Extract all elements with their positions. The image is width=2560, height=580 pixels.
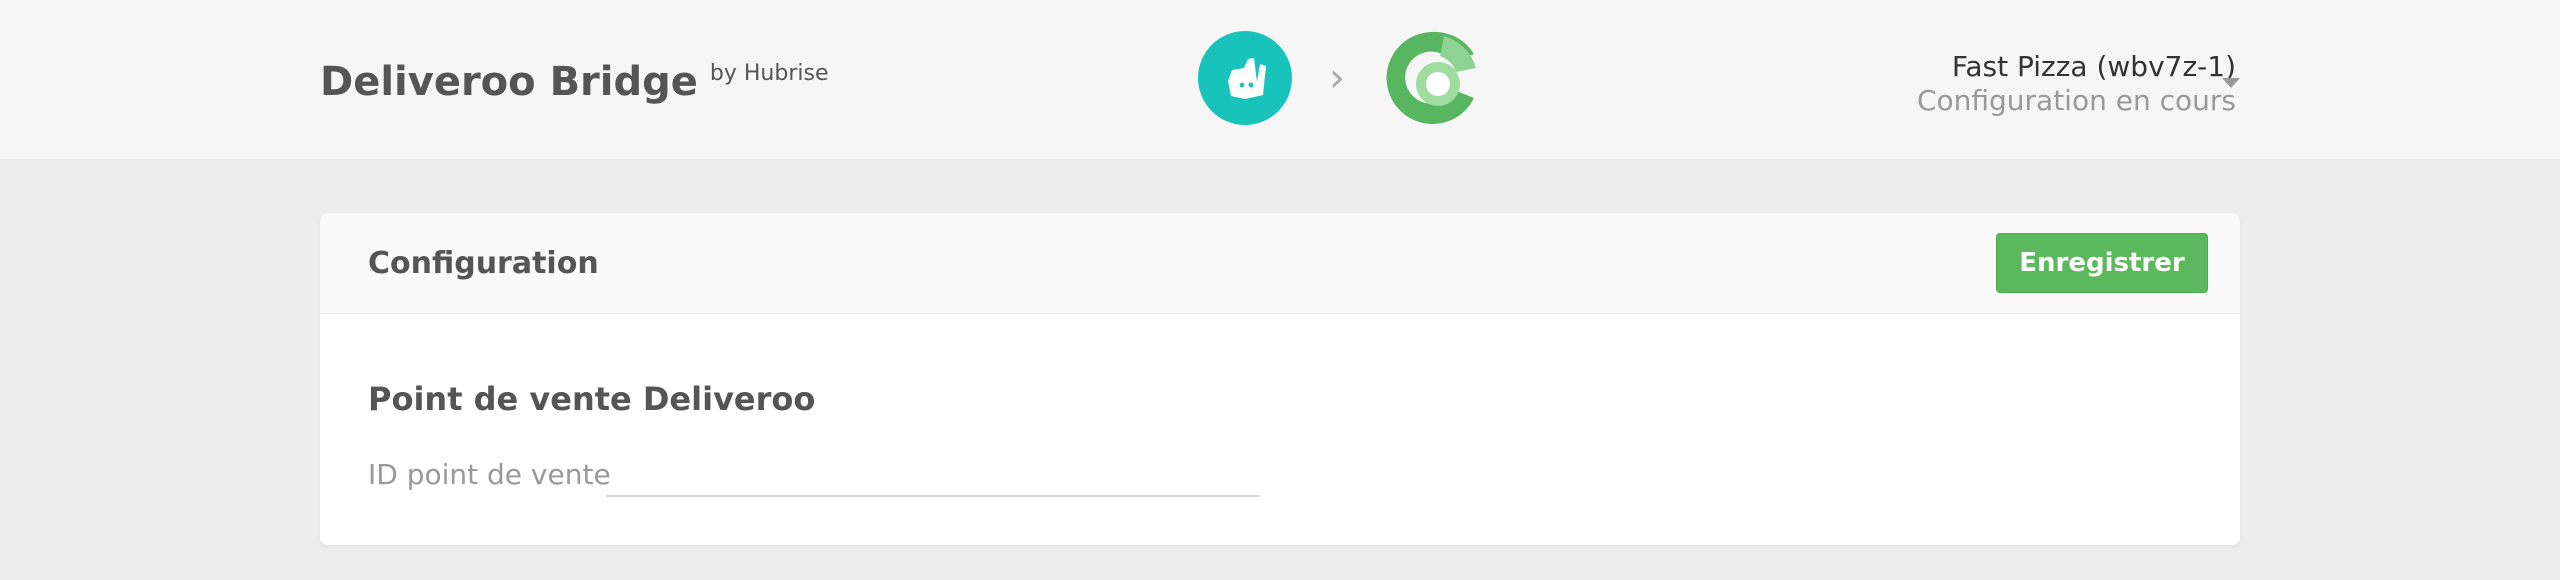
account-name: Fast Pizza (wbv7z-1) [1951,50,2236,83]
save-button[interactable]: Enregistrer [1996,233,2208,293]
card-header: Configuration Enregistrer [320,213,2240,314]
location-id-input[interactable] [606,453,1260,497]
section-title: Point de vente Deliveroo [368,380,816,418]
hubrise-logo-icon [1386,31,1476,124]
caret-down-icon[interactable] [2222,78,2240,88]
card-title: Configuration [368,246,599,281]
location-id-label: ID point de vente [368,458,611,491]
flow-arrow-icon: › [1329,55,1345,101]
account-status: Configuration en cours [1916,84,2236,117]
app-subtitle: by Hubrise [709,61,829,86]
deliveroo-logo-icon [1198,31,1292,125]
configuration-card: Configuration Enregistrer Point de vente… [320,213,2240,545]
account-selector[interactable]: Fast Pizza (wbv7z-1) Configuration en co… [1917,50,2236,118]
app-header: Deliveroo Bridge by Hubrise › Fast Pizza… [0,0,2560,160]
brand: Deliveroo Bridge by Hubrise [320,58,828,106]
app-title: Deliveroo Bridge [320,59,698,105]
integration-flow: › [1198,28,1482,128]
